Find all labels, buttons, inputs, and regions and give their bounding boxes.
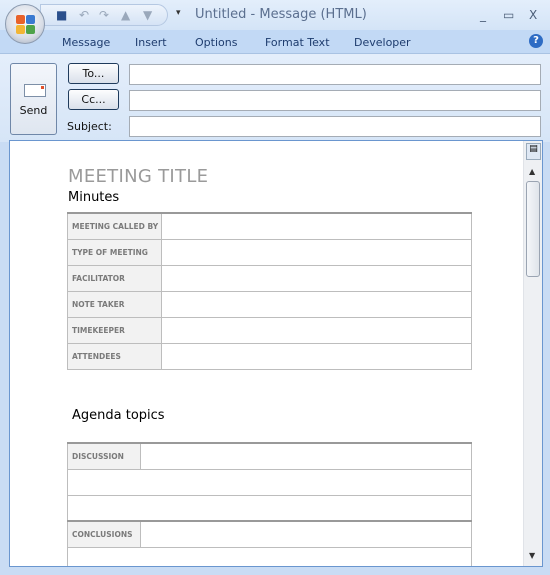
tab-message[interactable]: Message <box>62 36 110 49</box>
discussion-value[interactable] <box>140 442 472 470</box>
close-button[interactable]: X <box>529 8 537 22</box>
message-body[interactable]: MEETING TITLE Minutes MEETING CALLED BY … <box>9 140 543 567</box>
ribbon-tabs: Message Insert Options Format Text Devel… <box>0 30 550 54</box>
office-logo-part <box>26 15 35 24</box>
info-label: NOTE TAKER <box>67 290 162 318</box>
ruler-toggle-icon[interactable]: ▤ <box>526 143 541 160</box>
conclusions-value[interactable] <box>140 520 472 548</box>
agenda-table: DISCUSSION CONCLUSIONS <box>67 442 472 566</box>
maximize-button[interactable]: ▭ <box>503 8 514 22</box>
to-field[interactable] <box>129 64 541 85</box>
scroll-thumb[interactable] <box>526 181 540 277</box>
subject-field[interactable] <box>129 116 541 137</box>
info-label: ATTENDEES <box>67 342 162 370</box>
cc-field[interactable] <box>129 90 541 111</box>
previous-icon[interactable]: ▲ <box>121 8 130 22</box>
conclusions-label: CONCLUSIONS <box>67 520 141 548</box>
next-icon[interactable]: ▼ <box>143 8 152 22</box>
info-value[interactable] <box>161 316 472 344</box>
window-title: Untitled - Message (HTML) <box>195 7 367 22</box>
quick-access-toolbar: ■ ↶ ↷ ▲ ▼ <box>40 4 168 26</box>
info-label: TYPE OF MEETING <box>67 238 162 266</box>
meeting-title: MEETING TITLE <box>68 166 209 187</box>
tab-insert[interactable]: Insert <box>135 36 167 49</box>
discussion-row[interactable] <box>67 494 472 522</box>
scroll-down-icon[interactable]: ▼ <box>529 551 535 560</box>
tab-format-text[interactable]: Format Text <box>265 36 330 49</box>
send-label: Send <box>19 104 48 117</box>
office-logo-icon <box>16 15 25 24</box>
info-label: TIMEKEEPER <box>67 316 162 344</box>
info-value[interactable] <box>161 290 472 318</box>
agenda-heading: Agenda topics <box>72 408 165 423</box>
envelope-icon <box>24 84 46 97</box>
minutes-subtitle: Minutes <box>68 190 120 205</box>
save-icon[interactable]: ■ <box>56 8 67 22</box>
info-value[interactable] <box>161 212 472 240</box>
info-label: FACILITATOR <box>67 264 162 292</box>
conclusions-row[interactable] <box>67 546 472 566</box>
info-value[interactable] <box>161 238 472 266</box>
to-button[interactable]: To... <box>68 63 119 84</box>
meeting-info-table: MEETING CALLED BY TYPE OF MEETING FACILI… <box>67 212 472 370</box>
tab-developer[interactable]: Developer <box>354 36 411 49</box>
cc-button[interactable]: Cc... <box>68 89 119 110</box>
office-logo-part <box>26 25 35 34</box>
info-label: MEETING CALLED BY <box>67 212 162 240</box>
vertical-scrollbar[interactable]: ▤ ▲ ▼ <box>523 141 542 566</box>
info-value[interactable] <box>161 264 472 292</box>
help-icon[interactable]: ? <box>529 34 543 48</box>
subject-label: Subject: <box>67 120 112 133</box>
scroll-up-icon[interactable]: ▲ <box>529 167 535 176</box>
customize-icon[interactable]: ▾ <box>176 8 181 18</box>
redo-icon[interactable]: ↷ <box>99 8 109 22</box>
undo-icon[interactable]: ↶ <box>79 8 89 22</box>
minimize-button[interactable]: _ <box>480 8 486 22</box>
tab-options[interactable]: Options <box>195 36 237 49</box>
office-button[interactable] <box>5 4 45 44</box>
discussion-row[interactable] <box>67 468 472 496</box>
discussion-label: DISCUSSION <box>67 442 141 470</box>
office-logo-part <box>16 25 25 34</box>
info-value[interactable] <box>161 342 472 370</box>
send-button[interactable]: Send <box>10 63 57 135</box>
